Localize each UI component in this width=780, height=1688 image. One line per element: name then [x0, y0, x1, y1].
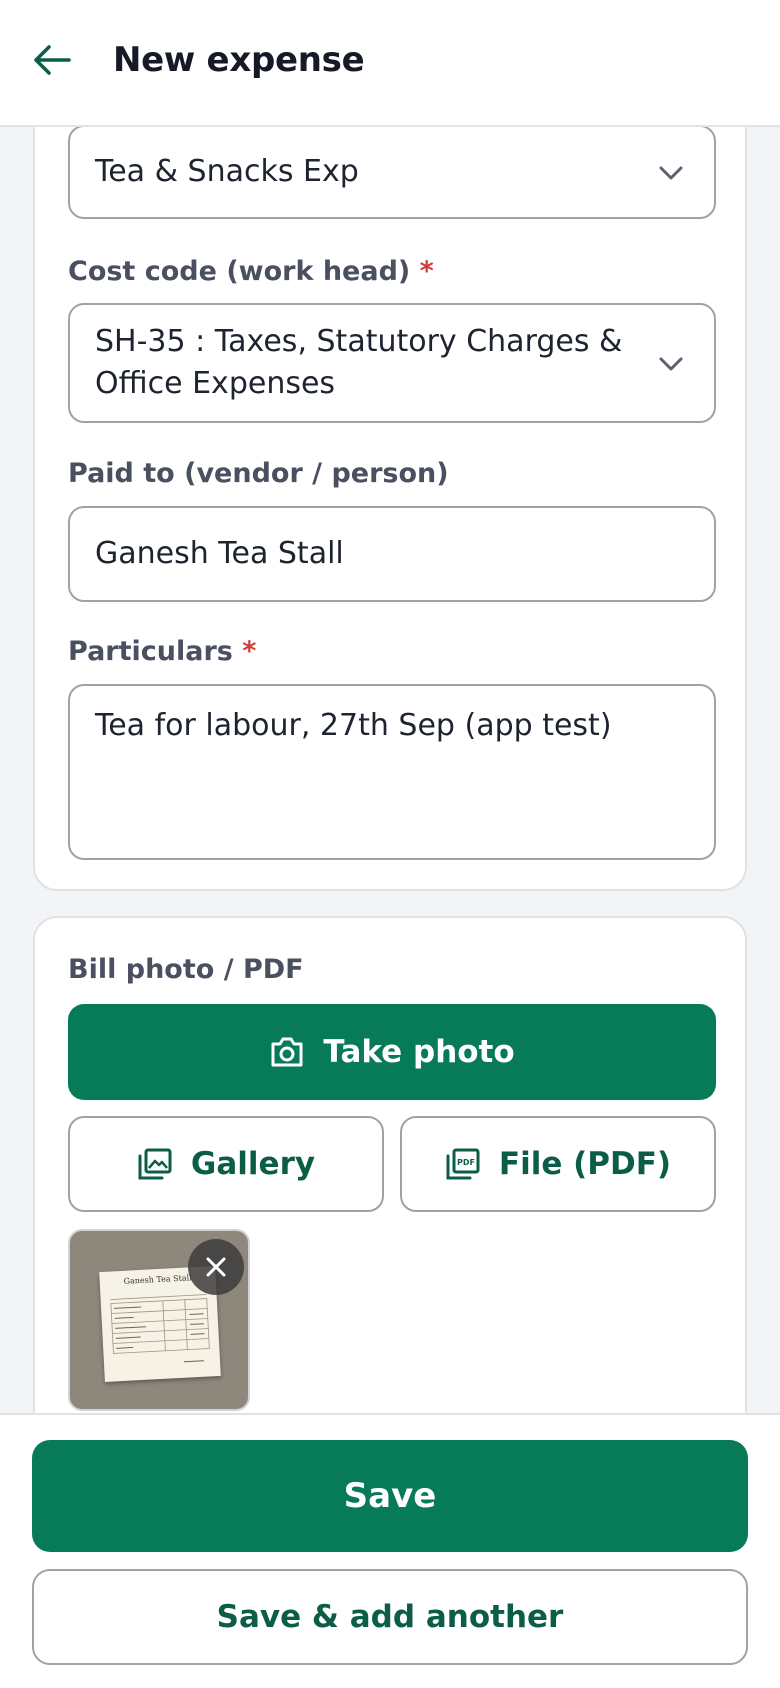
file-pdf-button[interactable]: PDF File (PDF)	[400, 1116, 716, 1212]
particulars-textarea[interactable]: Tea for labour, 27th Sep (app test)	[68, 684, 716, 860]
save-button[interactable]: Save	[32, 1440, 748, 1552]
cost-code-label: Cost code (work head) *	[68, 256, 434, 287]
cost-code-value-line1: SH-35 : Taxes, Statutory Charges &	[95, 324, 623, 359]
gallery-icon	[137, 1147, 173, 1181]
save-label: Save	[343, 1476, 437, 1516]
particulars-label: Particulars *	[68, 636, 257, 667]
paid-to-input[interactable]: Ganesh Tea Stall	[68, 506, 716, 602]
file-pdf-label: File (PDF)	[498, 1146, 672, 1182]
take-photo-label: Take photo	[323, 1034, 515, 1070]
gallery-button[interactable]: Gallery	[68, 1116, 384, 1212]
cost-code-select[interactable]: SH-35 : Taxes, Statutory Charges & Offic…	[68, 303, 716, 423]
required-mark: *	[242, 636, 257, 667]
chevron-down-icon	[659, 357, 683, 371]
paid-to-value: Ganesh Tea Stall	[95, 536, 344, 571]
remove-attachment-button[interactable]	[188, 1239, 244, 1295]
attachments-card: Bill photo / PDF Take photo Gallery PDF	[33, 916, 747, 1436]
back-button[interactable]	[30, 40, 74, 84]
app-header: New expense	[0, 0, 780, 127]
cost-code-value-line2: Office Expenses	[95, 366, 336, 401]
save-and-add-another-label: Save & add another	[216, 1599, 564, 1635]
page-title: New expense	[113, 40, 365, 80]
expense-details-card: Tea & Snacks Exp Cost code (work head) *…	[33, 90, 747, 891]
arrow-left-icon	[33, 44, 71, 80]
footer-actions: Save Save & add another	[0, 1413, 780, 1688]
close-icon	[206, 1257, 226, 1277]
required-mark: *	[419, 256, 434, 287]
bill-photo-label: Bill photo / PDF	[68, 954, 304, 985]
chevron-down-icon	[659, 166, 683, 180]
bill-thumbnail[interactable]: Ganesh Tea Stall	[68, 1229, 250, 1411]
take-photo-button[interactable]: Take photo	[68, 1004, 716, 1100]
category-value: Tea & Snacks Exp	[95, 154, 359, 189]
pdf-file-icon: PDF	[445, 1147, 481, 1181]
svg-text:PDF: PDF	[457, 1158, 475, 1167]
save-and-add-another-button[interactable]: Save & add another	[32, 1569, 748, 1665]
particulars-value: Tea for labour, 27th Sep (app test)	[95, 708, 612, 743]
gallery-label: Gallery	[190, 1146, 316, 1182]
category-select[interactable]: Tea & Snacks Exp	[68, 125, 716, 219]
paid-to-label: Paid to (vendor / person)	[68, 458, 449, 489]
camera-icon	[269, 1036, 305, 1068]
